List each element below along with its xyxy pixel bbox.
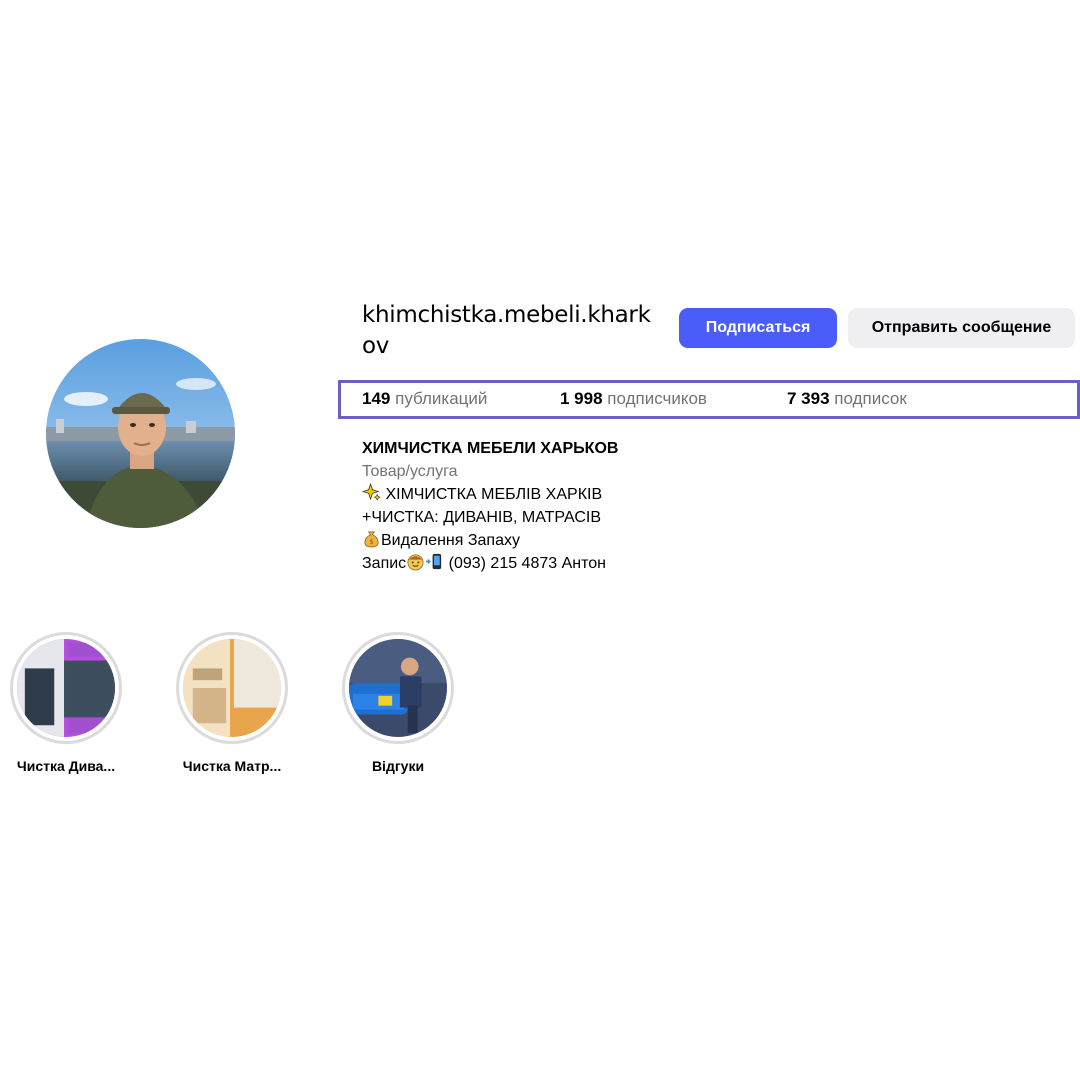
bio-line-4-phone: (093) 215 4873 Антон — [444, 555, 606, 572]
posts-label: публикаций — [395, 389, 488, 408]
phone-icon — [425, 552, 444, 571]
highlight-2-label[interactable]: Чистка Матр... — [162, 758, 302, 774]
highlight-2-cover — [183, 639, 281, 737]
followers-label: подписчиков — [607, 389, 707, 408]
highlight-2[interactable] — [176, 632, 288, 744]
bio-line-3-text: Видалення Запаху — [381, 532, 520, 549]
highlight-3-label[interactable]: Відгуки — [328, 758, 468, 774]
profile-avatar[interactable] — [46, 339, 235, 528]
sparkles-icon — [362, 483, 381, 502]
bio-line-4: Запис (093) 215 4873 Антон — [362, 552, 618, 575]
bio-line-1-text: ХІМЧИСТКА МЕБЛІВ ХАРКІВ — [381, 486, 603, 503]
bio-category: Товар/услуга — [362, 463, 458, 480]
following-label: подписок — [834, 389, 907, 408]
profile-stats: 149 публикаций 1 998 подписчиков 7 393 п… — [338, 380, 1080, 419]
following-stat[interactable]: 7 393 подписок — [787, 389, 907, 409]
highlight-3[interactable] — [342, 632, 454, 744]
follow-button[interactable]: Подписаться — [679, 308, 837, 348]
bio-line-3: $ Видалення Запаху — [362, 529, 618, 552]
svg-text:$: $ — [369, 538, 373, 546]
bio-name: ХИМЧИСТКА МЕБЕЛИ ХАРЬКОВ — [362, 440, 619, 457]
highlight-1-cover — [17, 639, 115, 737]
highlight-1[interactable] — [10, 632, 122, 744]
followers-count: 1 998 — [560, 389, 603, 408]
bio-line-4-prefix: Запис — [362, 555, 407, 572]
money-bag-icon: $ — [362, 529, 381, 548]
highlight-1-label[interactable]: Чистка Дива... — [0, 758, 136, 774]
face-icon — [406, 552, 425, 571]
profile-username: khimchistka.mebeli.kharkov — [362, 302, 651, 359]
following-count: 7 393 — [787, 389, 830, 408]
posts-stat: 149 публикаций — [362, 389, 487, 409]
bio-line-2: +ЧИСТКА: ДИВАНІВ, МАТРАСІВ — [362, 509, 602, 526]
send-message-button[interactable]: Отправить сообщение — [848, 308, 1075, 348]
followers-stat[interactable]: 1 998 подписчиков — [560, 389, 707, 409]
profile-bio: ХИМЧИСТКА МЕБЕЛИ ХАРЬКОВ Товар/услуга ХІ… — [362, 437, 618, 575]
bio-line-1: ХІМЧИСТКА МЕБЛІВ ХАРКІВ — [362, 483, 618, 506]
posts-count: 149 — [362, 389, 391, 408]
profile-page: khimchistka.mebeli.kharkov Подписаться О… — [0, 0, 1080, 1080]
highlight-3-cover — [349, 639, 447, 737]
